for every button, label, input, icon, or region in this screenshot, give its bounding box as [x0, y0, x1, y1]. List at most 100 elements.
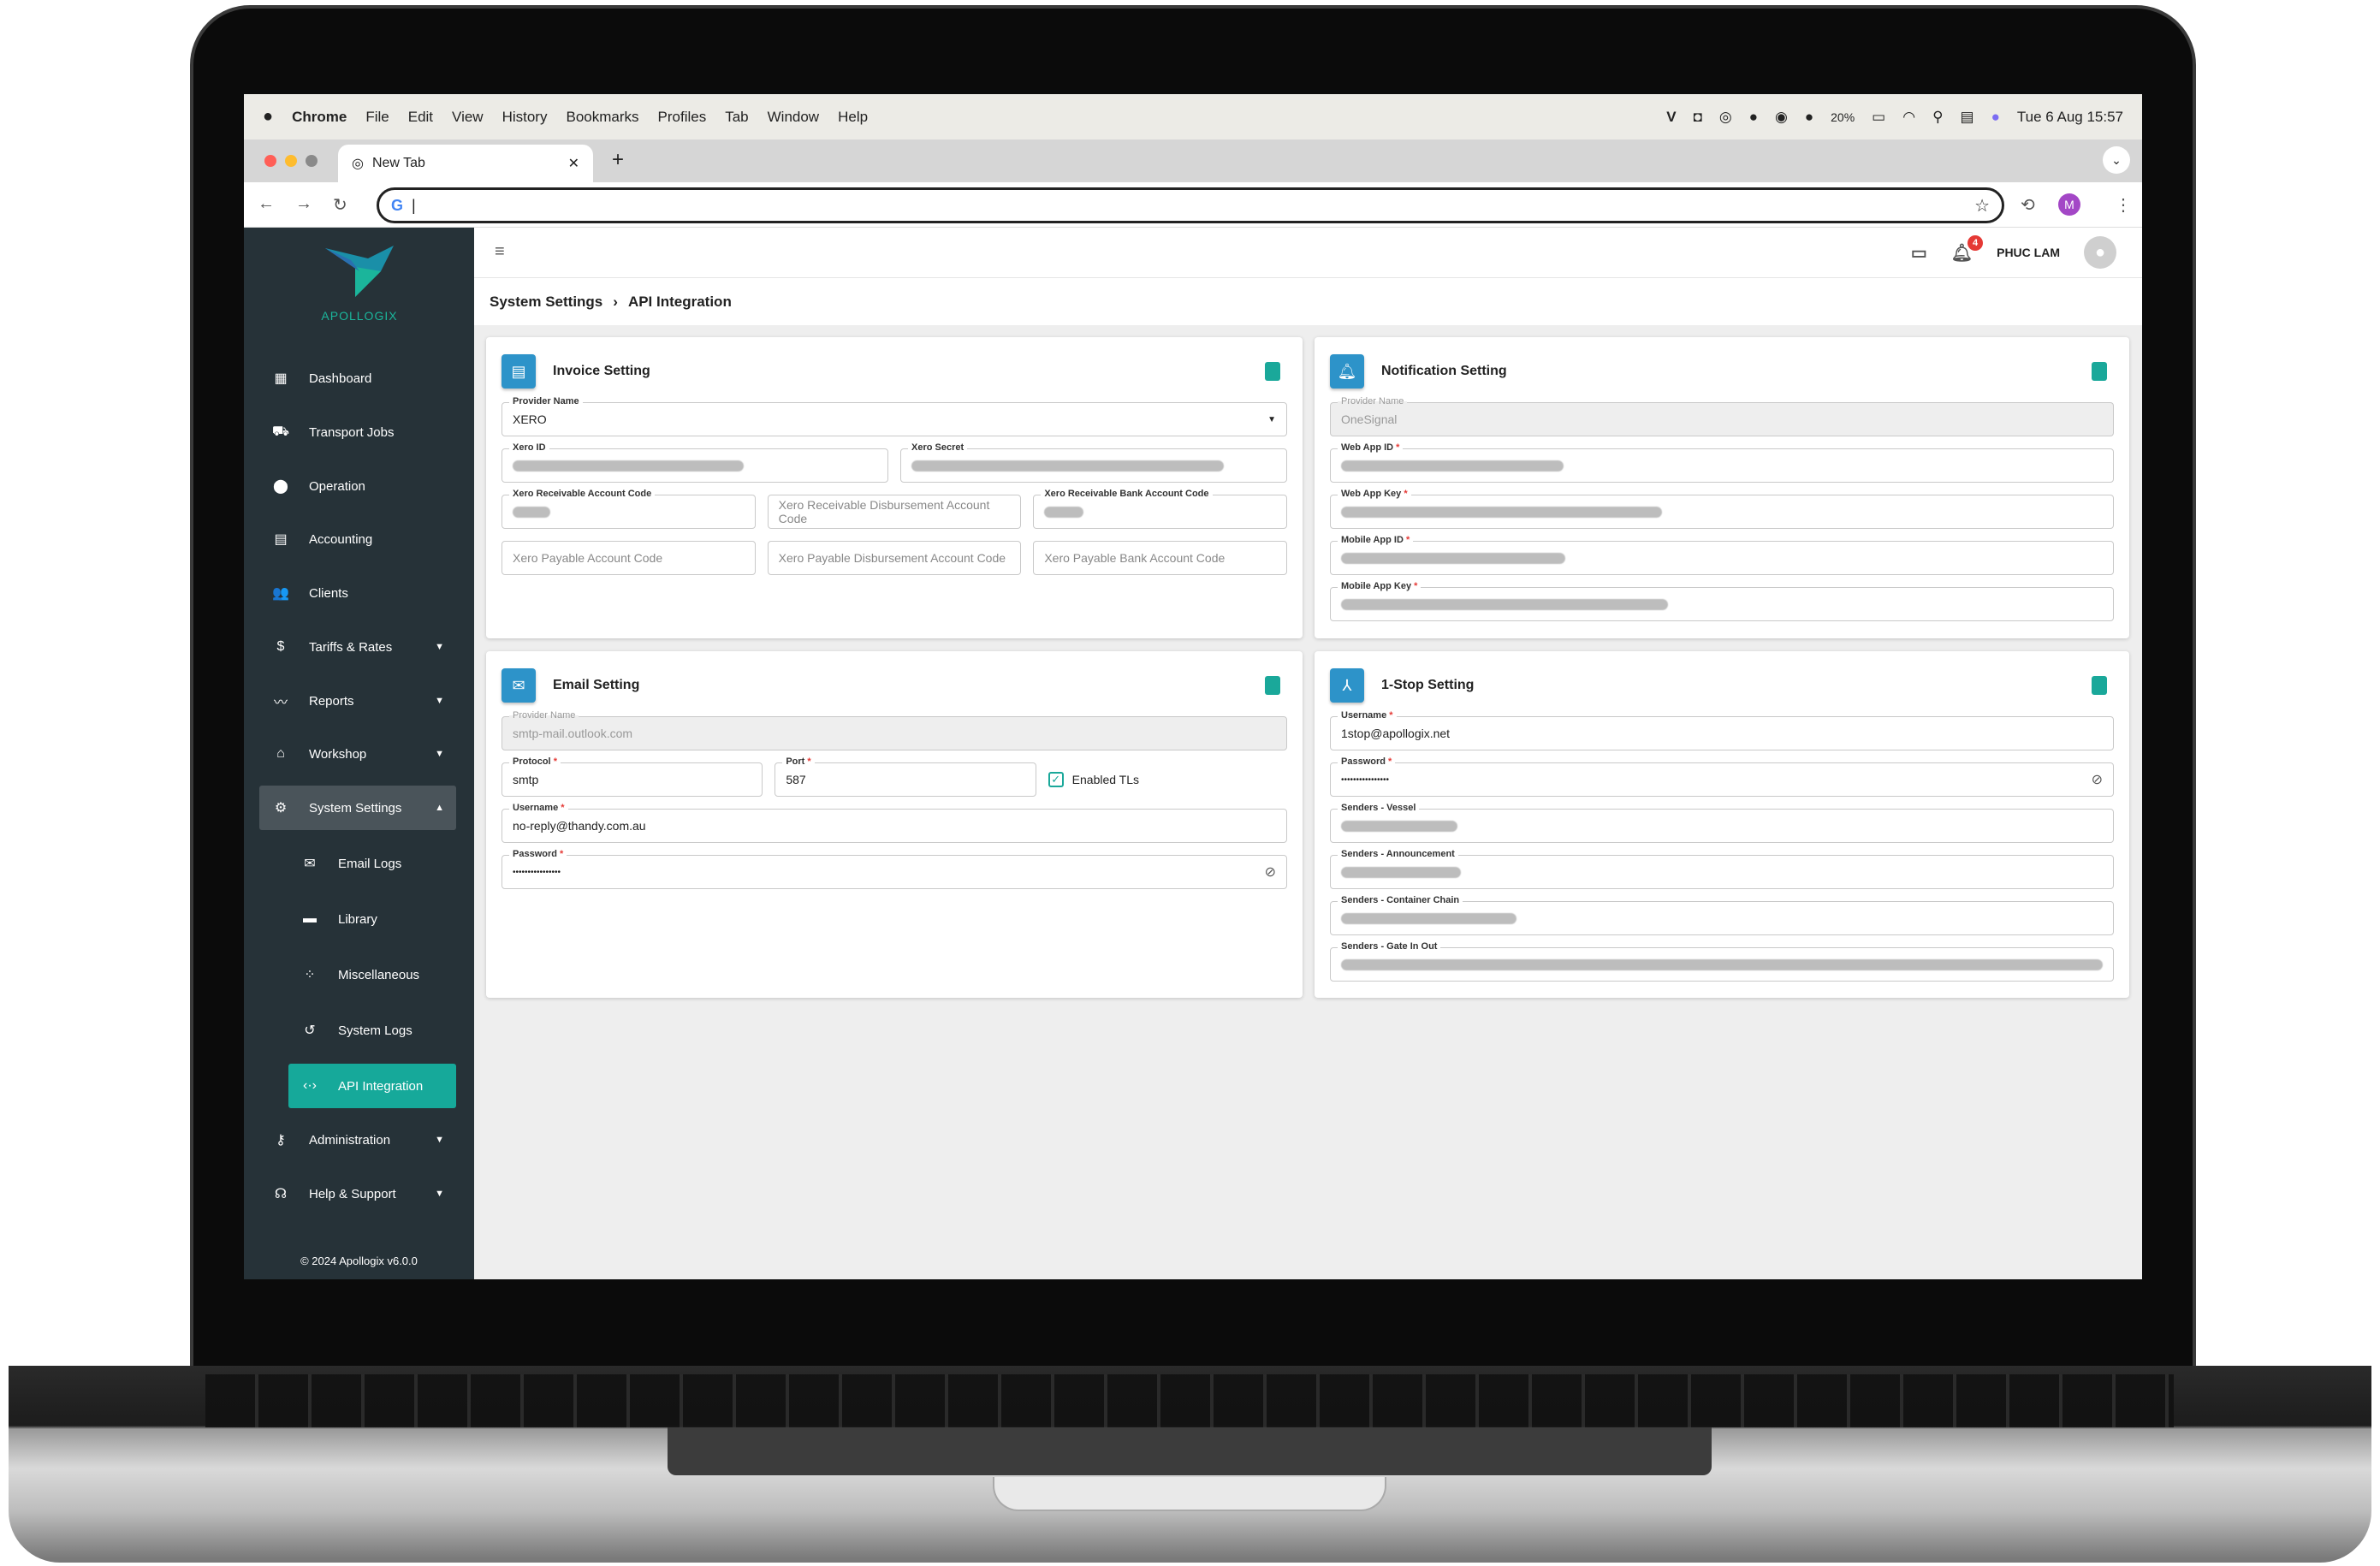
masked-value — [1341, 866, 1461, 878]
receivable-bank-account-field[interactable]: Xero Receivable Bank Account Code — [1033, 489, 1288, 529]
xero-secret-field[interactable]: Xero Secret — [900, 442, 1287, 483]
protocol-field[interactable]: Protocol * smtp — [502, 756, 763, 797]
onestop-password-field[interactable]: Password * •••••••••••••••• ⊘ — [1330, 756, 2114, 797]
sidebar-item-help-support[interactable]: ☊ Help & Support ▼ — [259, 1172, 456, 1216]
user-avatar[interactable]: ● — [2084, 236, 2116, 269]
status-icon[interactable]: ◎ — [1719, 109, 1732, 126]
save-icon[interactable] — [1265, 362, 1280, 381]
minimize-window-button[interactable] — [285, 155, 297, 167]
sidebar-item-system-settings[interactable]: ⚙ System Settings ▲ — [259, 786, 456, 830]
payable-disbursement-field[interactable]: Xero Payable Disbursement Account Code — [767, 541, 1022, 575]
sidebar-item-administration[interactable]: ⚷ Administration ▼ — [259, 1118, 456, 1162]
status-icon[interactable]: ◉ — [1775, 109, 1788, 126]
menu-help[interactable]: Help — [838, 109, 868, 126]
close-window-button[interactable] — [264, 155, 276, 167]
tab-search-chevron-icon[interactable]: ⌄ — [2103, 146, 2130, 174]
sidebar-item-transport-jobs[interactable]: ⛟ Transport Jobs — [259, 410, 456, 454]
sidebar-item-email-logs[interactable]: ✉ Email Logs — [288, 841, 456, 886]
sidebar-item-clients[interactable]: 👥 Clients — [259, 571, 456, 615]
breadcrumb-parent[interactable]: System Settings — [490, 294, 602, 311]
mail-icon: ✉ — [304, 857, 316, 871]
status-icon[interactable]: ◘ — [1694, 109, 1702, 126]
save-icon[interactable] — [2092, 362, 2107, 381]
masked-value — [1341, 958, 2103, 970]
control-center-icon[interactable]: ▤ — [1961, 109, 1974, 126]
payable-bank-account-field[interactable]: Xero Payable Bank Account Code — [1033, 541, 1288, 575]
new-tab-button[interactable]: + — [612, 148, 624, 172]
menu-app[interactable]: Chrome — [292, 109, 347, 126]
eye-off-icon[interactable]: ⊘ — [2092, 771, 2103, 788]
menu-history[interactable]: History — [502, 109, 548, 126]
vivaldi-icon[interactable]: V — [1666, 109, 1676, 126]
notification-bell-icon[interactable]: 🔔︎ 4 — [1951, 234, 1984, 264]
provider-name-select[interactable]: Provider Name XERO ▼ — [502, 396, 1287, 436]
senders-container-chain-field[interactable]: Senders - Container Chain — [1330, 895, 2114, 935]
menu-bookmarks[interactable]: Bookmarks — [566, 109, 638, 126]
email-username-field[interactable]: Username * no-reply@thandy.com.au — [502, 803, 1287, 843]
sidebar-item-reports[interactable]: 〰 Reports ▼ — [259, 679, 456, 723]
sidebar-item-workshop[interactable]: ⌂ Workshop ▼ — [259, 732, 456, 776]
extension-icon[interactable]: ⟲ — [2021, 194, 2035, 216]
apple-icon[interactable]: ● — [263, 107, 273, 127]
onestop-username-field[interactable]: Username * 1stop@apollogix.net — [1330, 710, 2114, 750]
menu-tab[interactable]: Tab — [725, 109, 748, 126]
mobile-app-key-field[interactable]: Mobile App Key * — [1330, 581, 2114, 621]
receivable-disbursement-field[interactable]: Xero Receivable Disbursement Account Cod… — [767, 495, 1022, 529]
enabled-tls-checkbox[interactable]: ✓ Enabled TLs — [1048, 762, 1287, 797]
save-icon[interactable] — [2092, 676, 2107, 695]
bird-logo-icon — [325, 246, 394, 297]
briefcase-icon: ▬ — [303, 911, 317, 926]
zoom-window-button[interactable] — [306, 155, 318, 167]
breadcrumb: System Settings › API Integration — [474, 278, 2142, 325]
status-icon[interactable]: ● — [1805, 109, 1813, 126]
senders-gate-in-out-field[interactable]: Senders - Gate In Out — [1330, 941, 2114, 982]
receivable-account-code-field[interactable]: Xero Receivable Account Code — [502, 489, 756, 529]
web-app-id-field[interactable]: Web App ID * — [1330, 442, 2114, 483]
forward-icon[interactable]: → — [295, 194, 312, 214]
close-tab-icon[interactable]: ✕ — [568, 155, 579, 172]
bookmark-star-icon[interactable]: ☆ — [1974, 195, 1990, 217]
profile-avatar[interactable]: M — [2058, 193, 2080, 216]
dropdown-arrow-icon: ▼ — [1267, 414, 1276, 424]
menu-profiles[interactable]: Profiles — [658, 109, 707, 126]
eye-off-icon[interactable]: ⊘ — [1265, 863, 1276, 881]
clock[interactable]: Tue 6 Aug 15:57 — [2017, 109, 2123, 126]
mobile-app-id-field[interactable]: Mobile App ID * — [1330, 535, 2114, 575]
wifi-icon[interactable]: ◠ — [1902, 109, 1915, 126]
checkbox-checked-icon[interactable]: ✓ — [1048, 772, 1064, 787]
reload-icon[interactable]: ↻ — [333, 194, 347, 216]
menu-edit[interactable]: Edit — [408, 109, 433, 126]
chrome-icon: ◎ — [352, 157, 364, 171]
sidebar-item-miscellaneous[interactable]: ⁘ Miscellaneous — [288, 952, 456, 997]
menu-file[interactable]: File — [365, 109, 389, 126]
sidebar-item-dashboard[interactable]: ▦ Dashboard — [259, 356, 456, 400]
tab-new-tab[interactable]: ◎ New Tab ✕ — [338, 145, 593, 182]
email-password-field[interactable]: Password * •••••••••••••••• ⊘ — [502, 849, 1287, 889]
user-name[interactable]: PHUC LAM — [1997, 246, 2060, 259]
chat-icon[interactable]: ▭ — [1911, 242, 1927, 264]
status-icon[interactable]: ● — [1749, 109, 1758, 126]
web-app-key-field[interactable]: Web App Key * — [1330, 489, 2114, 529]
save-icon[interactable] — [1265, 676, 1280, 695]
address-input[interactable]: G | ☆ — [377, 187, 2004, 223]
senders-vessel-field[interactable]: Senders - Vessel — [1330, 803, 2114, 843]
port-field[interactable]: Port * 587 — [775, 756, 1036, 797]
payable-account-code-field[interactable]: Xero Payable Account Code — [502, 541, 756, 575]
battery-icon[interactable]: ▭ — [1872, 109, 1885, 126]
apollogix-logo[interactable]: APOLLOGIX — [304, 241, 415, 327]
hamburger-menu-icon[interactable]: ≡ — [495, 242, 505, 262]
xero-id-field[interactable]: Xero ID — [502, 442, 888, 483]
siri-icon[interactable]: ● — [1991, 109, 2000, 126]
sidebar-item-system-logs[interactable]: ↺ System Logs — [288, 1008, 456, 1053]
sidebar-item-api-integration[interactable]: ‹·› API Integration — [288, 1064, 456, 1108]
sidebar-item-accounting[interactable]: ▤ Accounting — [259, 517, 456, 561]
menu-window[interactable]: Window — [768, 109, 819, 126]
sidebar-item-library[interactable]: ▬ Library — [288, 897, 456, 941]
sidebar-item-tariffs[interactable]: $ Tariffs & Rates ▼ — [259, 625, 456, 669]
back-icon[interactable]: ← — [258, 194, 275, 214]
sidebar-item-operation[interactable]: ⬤ Operation — [259, 464, 456, 508]
kebab-menu-icon[interactable]: ⋮ — [2115, 194, 2132, 216]
senders-announcement-field[interactable]: Senders - Announcement — [1330, 849, 2114, 889]
search-icon[interactable]: ⚲ — [1932, 109, 1943, 126]
menu-view[interactable]: View — [452, 109, 484, 126]
